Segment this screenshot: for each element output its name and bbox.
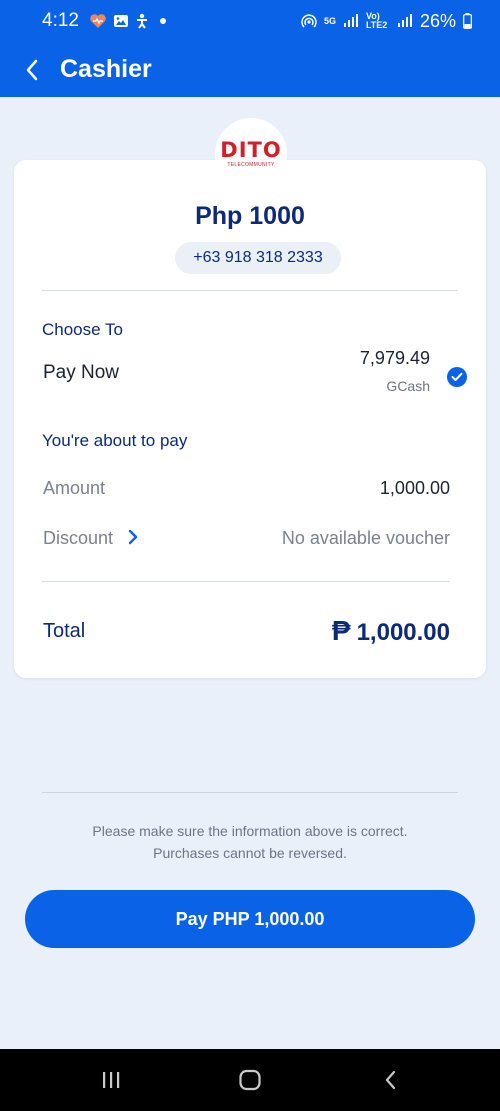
- discount-label-text: Discount: [43, 528, 114, 548]
- discount-value: No available voucher: [281, 528, 450, 548]
- total-label: Total: [43, 620, 86, 642]
- pay-button[interactable]: Pay PHP 1,000.00: [25, 890, 475, 948]
- check-circle-icon: [447, 367, 467, 387]
- image-icon: [113, 15, 128, 27]
- divider: [42, 290, 458, 291]
- phone-number-pill: +63 918 318 2333: [175, 242, 341, 274]
- payment-method-name: GCash: [386, 378, 430, 394]
- logo-word: DITO: [220, 138, 282, 162]
- amount-label: Amount: [43, 478, 106, 498]
- status-time: 4:12: [42, 10, 79, 31]
- back-icon: [385, 1070, 396, 1090]
- nav-back-button[interactable]: [345, 1049, 435, 1111]
- recents-icon: [103, 1072, 120, 1088]
- wallet-balance: 7,979.49: [359, 348, 430, 368]
- signal-icon: [343, 14, 358, 27]
- logo-subtitle: TELECOMMUNITY: [227, 162, 275, 168]
- payment-option-label: Pay Now: [43, 362, 120, 383]
- amount-title: Php 1000: [195, 202, 305, 230]
- nav-recents-button[interactable]: [66, 1049, 156, 1111]
- merchant-logo: DITO TELECOMMUNITY: [215, 118, 287, 190]
- volte-tag: Vo) LTE2: [365, 11, 388, 30]
- payment-option-gcash[interactable]: Pay Now 7,979.49 GCash: [14, 345, 486, 403]
- currency-symbol: ₱: [331, 615, 351, 646]
- payment-card: Php 1000 +63 918 318 2333 Choose To Pay …: [14, 160, 486, 678]
- chevron-left-icon: [26, 59, 38, 80]
- status-bar: 4:12 5G Vo) LTE2 26%: [0, 0, 500, 42]
- about-to-pay-label: You're about to pay: [42, 431, 188, 450]
- divider: [42, 581, 450, 582]
- notice-line-2: Purchases cannot be reversed.: [153, 845, 347, 861]
- system-nav-bar: [0, 1049, 500, 1111]
- dot-icon: [159, 18, 166, 24]
- hotspot-icon: [301, 14, 317, 28]
- discount-label: Discount: [43, 528, 138, 549]
- status-right: 5G Vo) LTE2 26%: [301, 11, 472, 32]
- amount-value: 1,000.00: [379, 478, 450, 498]
- divider: [42, 792, 458, 793]
- nav-home-button[interactable]: [205, 1049, 295, 1111]
- signal-icon: [397, 14, 412, 27]
- network-5g-tag: 5G: [323, 15, 336, 26]
- app-bar: Cashier: [0, 42, 500, 97]
- battery-icon: [463, 13, 472, 29]
- confirmation-notice: Please make sure the information above i…: [0, 820, 500, 864]
- notice-line-1: Please make sure the information above i…: [92, 823, 408, 839]
- notification-icons: [89, 13, 167, 29]
- page-title: Cashier: [60, 55, 152, 83]
- heart-icon: [90, 14, 106, 28]
- back-button[interactable]: [0, 42, 56, 97]
- choose-to-label: Choose To: [42, 320, 123, 339]
- total-amount: 1,000.00: [356, 619, 450, 646]
- home-icon: [239, 1069, 261, 1091]
- chevron-right-icon: [128, 529, 138, 545]
- accessibility-icon: [136, 13, 147, 29]
- total-value: ₱ 1,000.00: [332, 615, 450, 647]
- discount-row[interactable]: Discount No available voucher: [14, 518, 486, 558]
- battery-percent: 26%: [419, 10, 456, 31]
